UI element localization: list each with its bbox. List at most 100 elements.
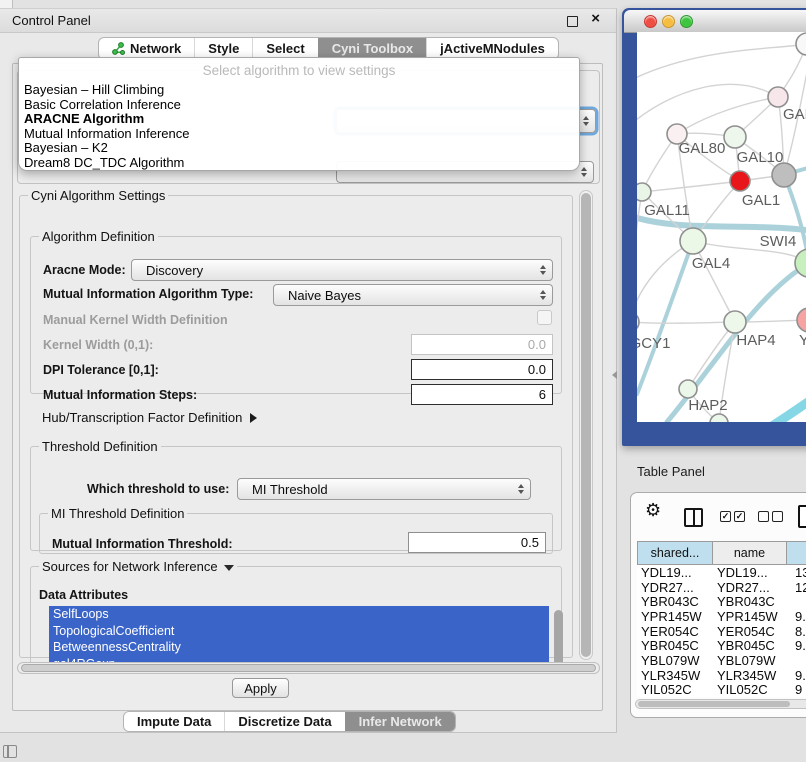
tab-label: Discretize Data bbox=[238, 714, 331, 729]
aracne-mode-combo[interactable]: Discovery bbox=[131, 259, 553, 281]
table-horizontal-scrollbar[interactable] bbox=[635, 699, 806, 709]
table-cell: YER054C bbox=[637, 624, 713, 639]
table-row[interactable]: YBR045CYBR045C9. bbox=[637, 638, 806, 653]
column-header-a[interactable]: A bbox=[787, 541, 806, 565]
network-node-gal10[interactable] bbox=[724, 126, 746, 148]
network-node-gal2[interactable] bbox=[768, 87, 788, 107]
table-cell: YDR27... bbox=[713, 580, 787, 595]
attributes-scrollbar[interactable] bbox=[554, 610, 563, 668]
algorithm-option-mutual-information-inference[interactable]: Mutual Information Inference bbox=[24, 127, 574, 142]
float-panel-icon[interactable] bbox=[567, 16, 578, 27]
table-cell: 8. bbox=[787, 624, 806, 639]
network-node-gal4[interactable] bbox=[680, 228, 706, 254]
network-node-hap4[interactable] bbox=[724, 311, 746, 333]
algorithm-option-dream8-dc-tdc-algorithm[interactable]: Dream8 DC_TDC Algorithm bbox=[24, 156, 574, 171]
split-column-icon[interactable] bbox=[684, 508, 703, 527]
algorithm-list: Bayesian – Hill ClimbingBasic Correlatio… bbox=[24, 83, 574, 170]
mi-threshold-title: MI Threshold Definition bbox=[48, 506, 187, 521]
tab-network[interactable]: Network bbox=[99, 38, 194, 59]
network-edge[interactable] bbox=[637, 44, 806, 80]
manual-kernel-checkbox[interactable] bbox=[537, 310, 552, 325]
table-row[interactable]: YDR27...YDR27...12 bbox=[637, 580, 806, 595]
network-window-titlebar[interactable] bbox=[624, 10, 806, 33]
algorithm-option-basic-correlation-inference[interactable]: Basic Correlation Inference bbox=[24, 98, 574, 113]
page-icon[interactable] bbox=[798, 505, 806, 528]
unchecked-box-icon[interactable] bbox=[758, 511, 769, 522]
mi-algorithm-type-combo[interactable]: Naive Bayes bbox=[273, 284, 553, 306]
network-node[interactable] bbox=[772, 163, 796, 187]
table-panel: ⚙ ✓ ✓ shared...nameA YDL19...YDL19...13Y… bbox=[630, 492, 806, 718]
minimize-window-icon[interactable] bbox=[662, 15, 675, 28]
tab-style[interactable]: Style bbox=[194, 38, 252, 59]
settings-vertical-scrollbar[interactable] bbox=[579, 190, 593, 660]
network-node[interactable] bbox=[796, 33, 806, 55]
table-cell: YLR345W bbox=[713, 668, 787, 683]
table-row[interactable]: YPR145WYPR145W9. bbox=[637, 609, 806, 624]
attribute-item-topologicalcoefficient[interactable]: TopologicalCoefficient bbox=[49, 623, 549, 640]
attribute-item-betweennesscentrality[interactable]: BetweennessCentrality bbox=[49, 639, 549, 656]
gear-icon[interactable]: ⚙ bbox=[645, 500, 661, 521]
mi-threshold-input[interactable]: 0.5 bbox=[408, 532, 546, 553]
tab-jactivemnodules[interactable]: jActiveMNodules bbox=[426, 38, 558, 59]
mi-steps-input[interactable]: 6 bbox=[411, 384, 553, 405]
which-threshold-combo[interactable]: MI Threshold bbox=[237, 478, 531, 500]
dpi-tolerance-input[interactable]: 0.0 bbox=[411, 359, 553, 380]
network-edge[interactable] bbox=[637, 192, 642, 322]
network-node-y[interactable] bbox=[797, 308, 806, 332]
attribute-item-selfloops[interactable]: SelfLoops bbox=[49, 606, 549, 623]
network-node-gal11[interactable] bbox=[637, 183, 651, 201]
settings-horizontal-scrollbar[interactable] bbox=[17, 662, 600, 674]
column-header-shared[interactable]: shared... bbox=[637, 541, 713, 565]
tab-infer-network[interactable]: Infer Network bbox=[345, 712, 455, 731]
table-row[interactable]: YIL052CYIL052C9 bbox=[637, 683, 806, 698]
close-window-icon[interactable] bbox=[644, 15, 657, 28]
mi-type-value: Naive Bayes bbox=[288, 285, 361, 305]
algorithm-option-aracne-algorithm[interactable]: ARACNE Algorithm bbox=[24, 112, 574, 127]
tab-discretize-data[interactable]: Discretize Data bbox=[224, 712, 344, 731]
network-graph[interactable]: GAL2GAL80GAL10GAL1GAL11GAL4SWI4YGCY1HAP4… bbox=[637, 32, 806, 422]
popup-placeholder: Select algorithm to view settings bbox=[19, 63, 579, 78]
chevron-down-icon bbox=[224, 565, 234, 571]
network-canvas[interactable]: GAL2GAL80GAL10GAL1GAL11GAL4SWI4YGCY1HAP4… bbox=[637, 32, 806, 422]
table-cell: YER054C bbox=[713, 624, 787, 639]
tab-select[interactable]: Select bbox=[252, 38, 317, 59]
hub-definition-expander[interactable]: Hub/Transcription Factor Definition bbox=[42, 410, 257, 425]
checked-box-icon[interactable]: ✓ bbox=[720, 511, 731, 522]
bottom-left-panel-icon[interactable] bbox=[3, 745, 17, 758]
column-header-name[interactable]: name bbox=[713, 541, 787, 565]
network-edge-highlighted[interactable] bbox=[772, 362, 806, 422]
network-edge[interactable] bbox=[637, 322, 735, 323]
unchecked-box-icon[interactable] bbox=[772, 511, 783, 522]
network-edge[interactable] bbox=[688, 322, 735, 389]
tab-impute-data[interactable]: Impute Data bbox=[124, 712, 224, 731]
table-row[interactable]: YER054CYER054C8. bbox=[637, 624, 806, 639]
table-cell: YPR145W bbox=[713, 609, 787, 624]
node-label-hap4: HAP4 bbox=[736, 332, 775, 349]
table-row[interactable]: YBR043CYBR043C bbox=[637, 594, 806, 609]
network-edge-highlighted[interactable] bbox=[637, 241, 693, 394]
network-edge[interactable] bbox=[784, 72, 806, 175]
table-row[interactable]: YLR345WYLR345W9. bbox=[637, 668, 806, 683]
network-edge[interactable] bbox=[642, 181, 740, 192]
panel-splitter-arrow[interactable] bbox=[612, 371, 617, 379]
tab-cyni-toolbox[interactable]: Cyni Toolbox bbox=[318, 38, 426, 59]
kernel-width-input[interactable]: 0.0 bbox=[411, 334, 553, 355]
algorithm-option-bayesian-k2[interactable]: Bayesian – K2 bbox=[24, 141, 574, 156]
apply-button[interactable]: Apply bbox=[232, 678, 289, 698]
mi-threshold-label: Mutual Information Threshold: bbox=[52, 537, 233, 551]
algorithm-option-bayesian-hill-climbing[interactable]: Bayesian – Hill Climbing bbox=[24, 83, 574, 98]
network-node-hap2[interactable] bbox=[679, 380, 697, 398]
zoom-window-icon[interactable] bbox=[680, 15, 693, 28]
network-node-gcy1[interactable] bbox=[637, 312, 639, 332]
table-row[interactable]: YDL19...YDL19...13 bbox=[637, 565, 806, 580]
manual-kernel-label: Manual Kernel Width Definition bbox=[43, 313, 228, 327]
node-label-gal80: GAL80 bbox=[679, 140, 726, 157]
close-panel-icon[interactable]: × bbox=[591, 10, 600, 27]
network-node-gal1[interactable] bbox=[730, 171, 750, 191]
network-edge[interactable] bbox=[637, 241, 693, 322]
checked-box-icon[interactable]: ✓ bbox=[734, 511, 745, 522]
node-label-swi4: SWI4 bbox=[760, 233, 797, 250]
table-cell: YBR043C bbox=[637, 594, 713, 609]
table-row[interactable]: YBL079WYBL079W bbox=[637, 653, 806, 668]
network-node[interactable] bbox=[710, 414, 728, 422]
